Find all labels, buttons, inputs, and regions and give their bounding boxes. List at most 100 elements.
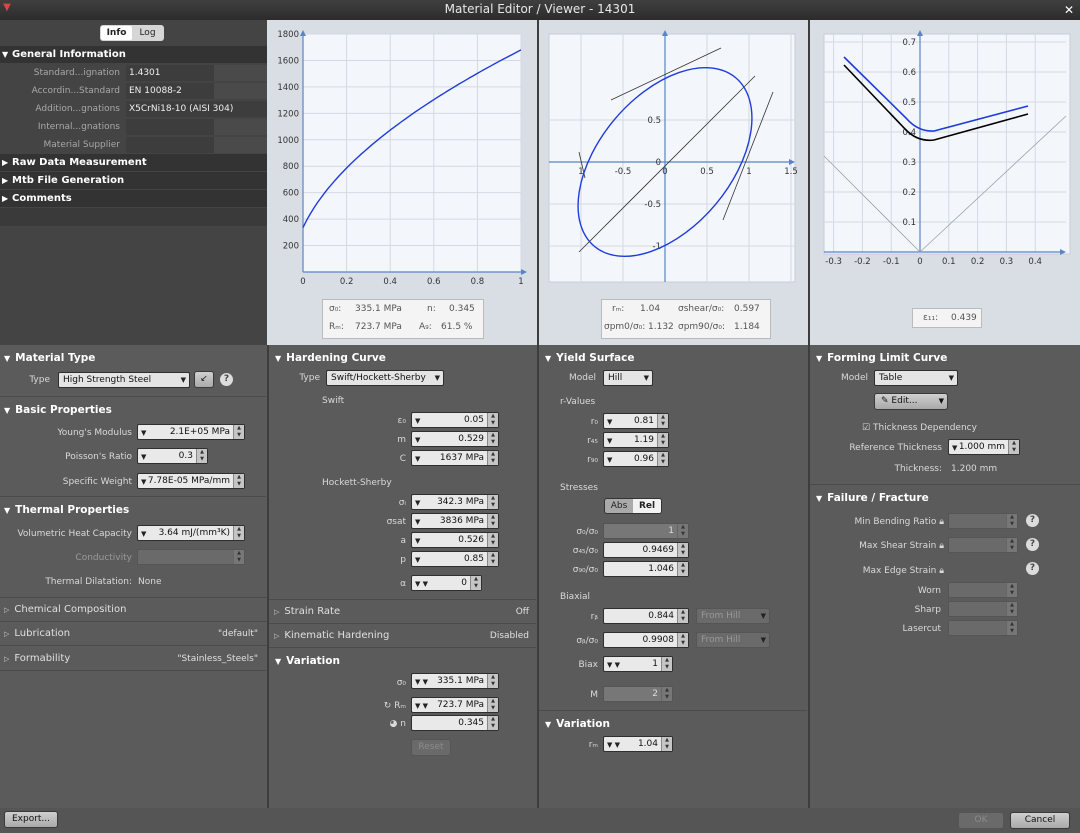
hs-p-field[interactable]: ▼ 0.85 ▲ ▼ xyxy=(411,551,499,567)
close-icon[interactable]: ✕ xyxy=(1064,2,1074,18)
conductivity-field: ▲ ▼ xyxy=(137,549,245,565)
variation-s0-field[interactable]: ▼ ▼ 335.1 MPa ▲ ▼ xyxy=(411,673,499,689)
flc-model-select[interactable]: Table ▼ xyxy=(874,370,958,386)
gi-value[interactable]: EN 10088-2 xyxy=(126,83,214,99)
sb-field[interactable]: 0.9908 ▲ ▼ xyxy=(603,632,689,648)
s90-ratio-field[interactable]: 1.046 ▲ ▼ xyxy=(603,561,689,577)
gi-value[interactable] xyxy=(126,119,214,135)
swift-e0-field[interactable]: ▼ 0.05 ▲ ▼ xyxy=(411,412,499,428)
checkbox-checked-icon: ☑ xyxy=(862,423,871,433)
tab-log[interactable]: Log xyxy=(132,26,163,40)
specific-weight-field[interactable]: ▼ 7.78E-05 MPa/mm ▲ ▼ xyxy=(137,473,245,489)
variation-n-label: ◕ n xyxy=(389,719,406,729)
variation-n-field[interactable]: 0.345 ▲ ▼ xyxy=(411,715,499,731)
rel-option[interactable]: Rel xyxy=(633,499,661,513)
max-shear-field: ▲ ▼ xyxy=(948,537,1018,553)
cancel-button[interactable]: Cancel xyxy=(1010,812,1070,829)
m-exponent-field: 2 ▲ ▼ xyxy=(603,686,673,702)
variation-rm-label: ↻ Rₘ xyxy=(383,701,406,711)
variation-rm-field[interactable]: ▼ ▼ 723.7 MPa ▲ ▼ xyxy=(411,697,499,713)
footer-bar xyxy=(0,808,1080,833)
pie-icon: ◕ xyxy=(389,719,398,729)
r90-field[interactable]: ▼ 0.96 ▲ ▼ xyxy=(603,451,669,467)
y-tick-label: 0 xyxy=(656,158,661,168)
hardening-type-select[interactable]: Swift/Hockett-Sherby ▼ xyxy=(326,370,444,386)
hardening-curve-header[interactable]: ▼ Hardening Curve xyxy=(275,350,386,366)
gi-value[interactable]: 1.4301 xyxy=(126,65,214,81)
failure-fracture-header[interactable]: ▼ Failure / Fracture xyxy=(816,490,929,506)
comments-header[interactable]: ▶ Comments xyxy=(0,190,267,207)
gi-row: Addition...gnations X5CrNi18-10 (AISI 304… xyxy=(0,100,267,118)
heat-capacity-field[interactable]: ▼ 3.64 mJ/(mm³K) ▲ ▼ xyxy=(137,525,245,541)
lock-icon: 🔒︎ xyxy=(939,517,944,527)
hs-sigma-sat-field[interactable]: ▼ 3836 MPa ▲ ▼ xyxy=(411,513,499,529)
x-tick-label: 0.6 xyxy=(427,277,441,287)
info-panel: Info Log ▼ General Information Standard..… xyxy=(0,20,267,345)
edit-button[interactable]: ✎ Edit... ▼ xyxy=(874,393,948,410)
gi-row: Accordin...Standard EN 10088-2 xyxy=(0,82,267,100)
raw-data-header[interactable]: ▶ Raw Data Measurement xyxy=(0,154,267,171)
hs-a-field[interactable]: ▼ 0.526 ▲ ▼ xyxy=(411,532,499,548)
hs-sigma-i-field[interactable]: ▼ 342.3 MPa ▲ ▼ xyxy=(411,494,499,510)
chemical-composition-row[interactable]: ▷ Chemical Composition xyxy=(4,601,258,619)
max-edge-label: Max Edge Strain 🔒︎ xyxy=(862,566,944,576)
material-type-header[interactable]: ▼ Material Type xyxy=(4,350,95,366)
rb-field[interactable]: 0.844 ▲ ▼ xyxy=(603,608,689,624)
variation-hardening-header[interactable]: ▼ Variation xyxy=(275,653,340,669)
help-icon[interactable]: ? xyxy=(1026,562,1039,575)
abs-option[interactable]: Abs xyxy=(605,499,633,513)
material-type-select[interactable]: High Strength Steel ▼ xyxy=(58,372,190,388)
x-tick-label: 1.5 xyxy=(784,167,798,177)
swift-c-field[interactable]: ▼ 1637 MPa ▲ ▼ xyxy=(411,450,499,466)
youngs-modulus-field[interactable]: ▼ 2.1E+05 MPa ▲ ▼ xyxy=(137,424,245,440)
variation-yield-header[interactable]: ▼ Variation xyxy=(545,716,610,732)
collapsed-triangle-icon: ▶ xyxy=(2,158,9,167)
x-tick-label: 1 xyxy=(746,167,751,177)
x-tick-label: -0.3 xyxy=(825,257,842,267)
help-icon[interactable]: ? xyxy=(1026,538,1039,551)
ok-button[interactable]: OK xyxy=(958,812,1004,829)
gi-value[interactable] xyxy=(126,137,214,153)
biax-field[interactable]: ▼ ▼ 1 ▲ ▼ xyxy=(603,656,673,672)
max-shear-label: Max Shear Strain 🔒︎ xyxy=(859,541,944,551)
yield-surface-header[interactable]: ▼ Yield Surface xyxy=(545,350,634,366)
y-tick-label: 1200 xyxy=(277,109,299,119)
variation-rm-yield-field[interactable]: ▼ ▼ 1.04 ▲ ▼ xyxy=(603,736,673,752)
swift-m-field[interactable]: ▼ 0.529 ▲ ▼ xyxy=(411,431,499,447)
strain-rate-row[interactable]: ▷ Strain Rate Off xyxy=(274,603,529,621)
comments-field[interactable] xyxy=(0,208,267,226)
export-button[interactable]: Export... xyxy=(4,811,58,828)
x-tick-label: -0.5 xyxy=(615,167,632,177)
help-icon[interactable]: ? xyxy=(220,373,233,386)
tab-info[interactable]: Info xyxy=(101,26,132,40)
reset-button[interactable]: Reset xyxy=(411,739,451,756)
x-tick-label: -0.1 xyxy=(883,257,900,267)
import-arrow-button[interactable]: ↙ xyxy=(194,371,214,388)
s45-ratio-field[interactable]: 0.9469 ▲ ▼ xyxy=(603,542,689,558)
thickness-dependency-checkbox[interactable]: ☑ Thickness Dependency xyxy=(862,423,977,433)
r0-field[interactable]: ▼ 0.81 ▲ ▼ xyxy=(603,413,669,429)
basic-properties-header[interactable]: ▼ Basic Properties xyxy=(4,402,112,418)
yield-model-select[interactable]: Hill ▼ xyxy=(603,370,653,386)
y-tick-label: 0.3 xyxy=(902,158,916,168)
gi-row: Material Supplier xyxy=(0,136,267,154)
lubrication-row[interactable]: ▷ Lubrication "default" xyxy=(4,625,258,643)
mtb-file-header[interactable]: ▶ Mtb File Generation xyxy=(0,172,267,189)
thermal-properties-header[interactable]: ▼ Thermal Properties xyxy=(4,502,129,518)
forming-limit-chart: -0.3 -0.2 -0.1 0 0.1 0.2 0.3 0.40.70.60.50.40.3… xyxy=(823,30,1071,267)
r45-field[interactable]: ▼ 1.19 ▲ ▼ xyxy=(603,432,669,448)
formability-row[interactable]: ▷ Formability "Stainless_Steels" xyxy=(4,650,258,668)
gi-value[interactable]: X5CrNi18-10 (AISI 304) xyxy=(126,101,267,117)
plot-background xyxy=(302,33,522,273)
min-bending-field: ▲ ▼ xyxy=(948,513,1018,529)
y-tick-label: 600 xyxy=(283,189,299,199)
collapsed-triangle-icon: ▶ xyxy=(2,176,9,185)
forming-limit-header[interactable]: ▼ Forming Limit Curve xyxy=(816,350,947,366)
x-tick-label: 0 xyxy=(662,167,667,177)
kinematic-hardening-row[interactable]: ▷ Kinematic Hardening Disabled xyxy=(274,627,529,645)
help-icon[interactable]: ? xyxy=(1026,514,1039,527)
reference-thickness-field[interactable]: ▼ 1.000 mm ▲ ▼ xyxy=(948,439,1020,455)
alpha-field[interactable]: ▼ ▼ 0 ▲ ▼ xyxy=(411,575,482,591)
general-info-header[interactable]: ▼ General Information xyxy=(0,46,267,63)
poissons-ratio-field[interactable]: ▼ 0.3 ▲ ▼ xyxy=(137,448,208,464)
